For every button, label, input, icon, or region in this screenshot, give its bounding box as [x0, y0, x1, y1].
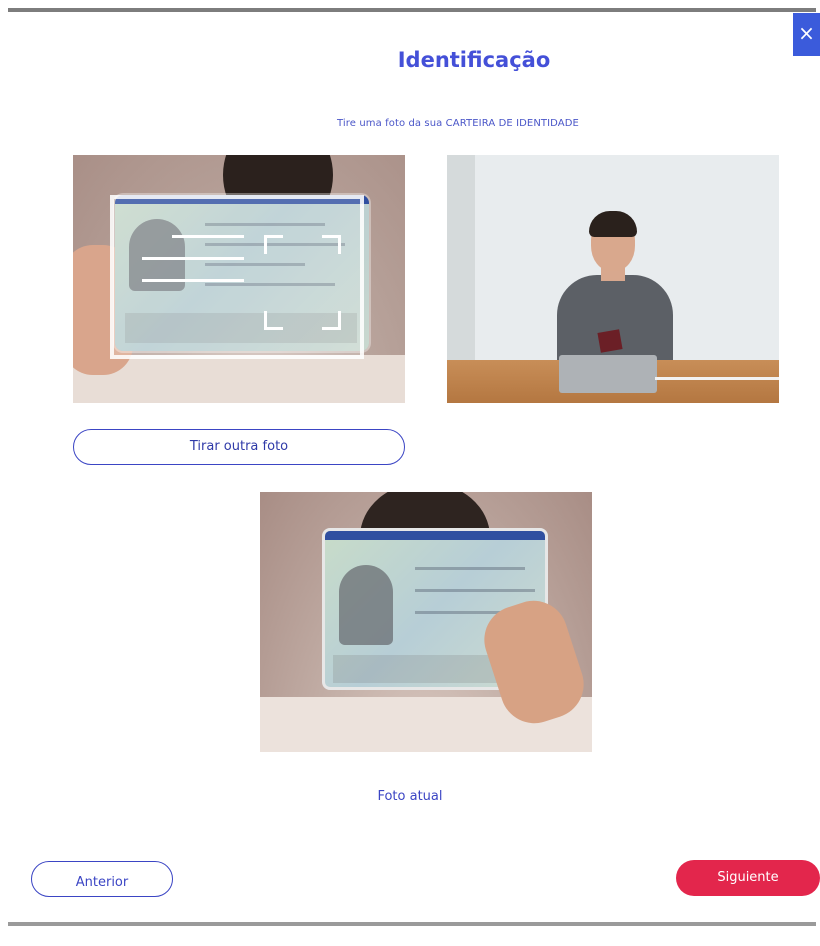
dialog-top-border: [8, 8, 816, 12]
dialog-bottom-border: [8, 922, 816, 926]
dialog-subtitle: Tire uma foto da sua CARTEIRA DE IDENTID…: [337, 118, 579, 129]
id-card-example-image: [73, 155, 405, 403]
current-photo-label: Foto atual: [377, 789, 443, 804]
retake-photo-button[interactable]: Tirar outra foto: [73, 429, 405, 465]
person-at-desk-image: [447, 155, 779, 403]
current-photo-image: [260, 492, 592, 752]
previous-button[interactable]: Anterior: [31, 861, 173, 897]
scan-frame-icon: [110, 195, 364, 359]
dialog-title: Identificação: [397, 48, 551, 72]
next-button[interactable]: Siguiente: [676, 860, 820, 896]
close-icon: ×: [798, 21, 815, 45]
